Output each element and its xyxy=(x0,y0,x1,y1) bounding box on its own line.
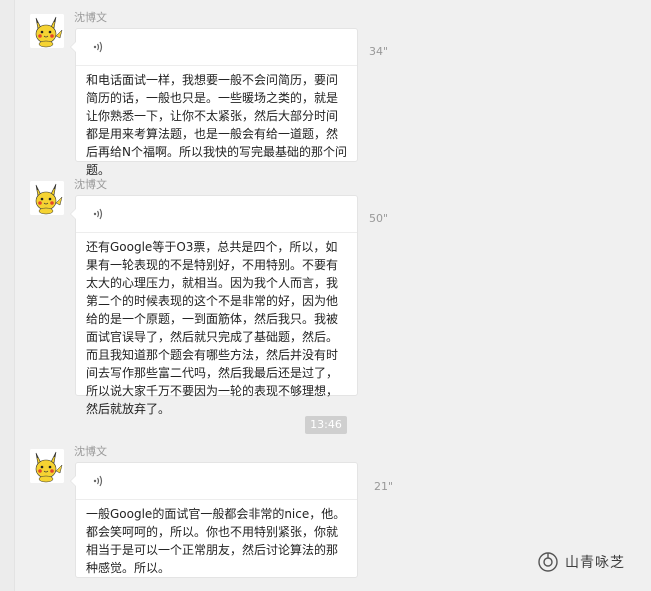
bubble-divider xyxy=(76,65,357,66)
voice-transcript: 和电话面试一样，我想要一般不会问简历，要问简历的话，一般也只是。一些暖场之类的，… xyxy=(86,73,347,177)
pikachu-avatar-icon xyxy=(30,14,64,48)
sender-name: 沈博文 xyxy=(74,178,107,191)
watermark-text: 山青咏芝 xyxy=(565,555,625,571)
pikachu-avatar-icon xyxy=(30,449,64,483)
sender-name: 沈博文 xyxy=(74,11,107,24)
sender-name: 沈博文 xyxy=(74,445,107,458)
pikachu-avatar-icon xyxy=(30,181,64,215)
bubble-divider xyxy=(76,232,357,233)
voice-wave-icon[interactable] xyxy=(92,40,106,54)
official-account-watermark: 山青咏芝 xyxy=(537,551,625,573)
voice-message-bubble[interactable]: 还有Google等于O3票，总共是四个，所以，如果有一轮表现的不是特别好，不用特… xyxy=(70,195,358,416)
voice-message-bubble[interactable]: 一般Google的面试官一般都会非常的nice，他。都会笑呵呵的，所以。你也不用… xyxy=(70,462,358,578)
voice-wave-icon[interactable] xyxy=(92,474,106,488)
voice-duration: 34" xyxy=(369,45,389,58)
voice-wave-icon[interactable] xyxy=(92,207,106,221)
voice-transcript: 一般Google的面试官一般都会非常的nice，他。都会笑呵呵的，所以。你也不用… xyxy=(86,507,346,575)
voice-message-bubble[interactable]: 和电话面试一样，我想要一般不会问简历，要问简历的话，一般也只是。一些暖场之类的，… xyxy=(70,28,358,177)
sender-avatar[interactable] xyxy=(30,181,64,215)
voice-duration: 50" xyxy=(369,212,389,225)
left-panel-edge xyxy=(0,0,15,591)
wechat-official-account-icon xyxy=(538,552,558,572)
sender-avatar[interactable] xyxy=(30,14,64,48)
voice-duration: 21" xyxy=(374,480,394,493)
voice-transcript: 还有Google等于O3票，总共是四个，所以，如果有一轮表现的不是特别好，不用特… xyxy=(86,240,339,416)
sender-avatar[interactable] xyxy=(30,449,64,483)
bubble-divider xyxy=(76,499,357,500)
time-divider: 13:46 xyxy=(305,416,347,434)
